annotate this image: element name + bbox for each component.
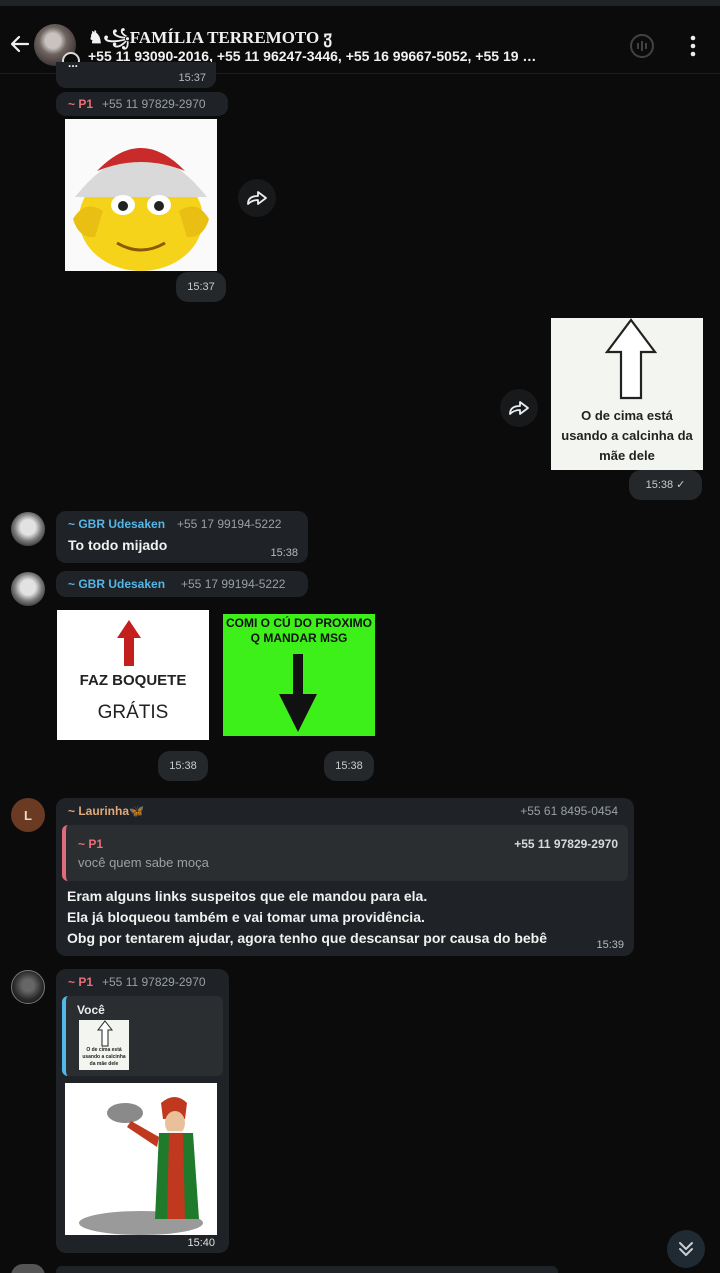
sticker-up-arrow[interactable]: O de cima está usando a calcinha da mãe … <box>551 318 703 470</box>
avatar[interactable] <box>11 512 45 546</box>
moses-sticker-art <box>79 1097 203 1235</box>
message-text: ... <box>68 56 79 70</box>
message-time: 15:38 <box>324 751 374 781</box>
sticker-line-1: FAZ BOQUETE <box>79 672 187 689</box>
forward-icon <box>509 401 529 415</box>
sticker-moses[interactable] <box>65 1083 217 1235</box>
forward-button[interactable] <box>500 389 538 427</box>
sender-phone: +55 17 99194-5222 <box>177 517 282 531</box>
sticker-line-2: GRÁTIS <box>97 702 169 723</box>
sender-name[interactable]: ~ P1 <box>68 975 93 989</box>
quote-thumbnail-caption: O de cima está usando a calcinha da mãe … <box>82 1047 126 1067</box>
double-chevron-down-icon <box>679 1242 693 1256</box>
sticker-line-1: COMI O CÚ DO PROXIMO <box>225 616 372 630</box>
sticker-smiley[interactable] <box>65 119 217 271</box>
message-time: 15:37 <box>178 72 206 84</box>
quote-thumbnail: O de cima está usando a calcinha da mãe … <box>79 1020 129 1070</box>
more-options-icon[interactable] <box>684 34 702 58</box>
sender-name[interactable]: ~ Laurinha🦋 <box>68 804 144 818</box>
message-bubble[interactable]: ~ Laurinha🦋 +55 61 8495-0454 ~ P1 +55 11… <box>56 798 634 956</box>
quoted-message[interactable]: ~ P1 +55 11 97829-2970 você quem sabe mo… <box>62 825 628 881</box>
message-bubble[interactable]: ~ GBR Udesaken +55 17 99194-5222 To todo… <box>56 511 308 563</box>
message-bubble-partial[interactable]: ... 15:37 <box>56 56 216 88</box>
sender-phone: +55 11 97829-2970 <box>102 975 206 989</box>
avatar[interactable] <box>11 970 45 1004</box>
message-time: 15:38 <box>158 751 208 781</box>
sticker-faz-boquete[interactable]: FAZ BOQUETE GRÁTIS <box>57 610 209 740</box>
sender-phone: +55 11 97829-2970 <box>102 97 206 111</box>
message-text-line-3: Obg por tentarem ajudar, agora tenho que… <box>67 930 548 946</box>
smiley-sticker-art <box>73 148 209 271</box>
sender-name[interactable]: ~ GBR Udesaken <box>68 577 165 591</box>
up-arrow-red-icon <box>117 620 141 666</box>
message-text-line-1: Eram alguns links suspeitos que ele mand… <box>67 888 428 904</box>
message-time: 15:37 <box>176 272 226 302</box>
quote-sender: ~ P1 <box>78 837 104 851</box>
sticker-line-2: Q MANDAR MSG <box>250 631 348 645</box>
message-time: 15:39 <box>596 939 624 951</box>
quote-phone: +55 11 97829-2970 <box>514 837 618 851</box>
sender-phone: +55 61 8495-0454 <box>520 804 618 818</box>
avatar-letter: L <box>24 807 32 823</box>
sticker-comi-o-cu[interactable]: COMI O CÚ DO PROXIMO Q MANDAR MSG <box>223 614 375 736</box>
sender-name[interactable]: ~ GBR Udesaken <box>68 517 165 531</box>
message-bubble-partial[interactable] <box>56 1266 558 1273</box>
voice-chat-icon[interactable] <box>628 32 656 60</box>
sticker-caption: O de cima está usando a calcinha da mãe … <box>561 408 693 463</box>
up-arrow-icon <box>604 318 658 400</box>
message-time: 15:40 <box>187 1237 215 1249</box>
quoted-message[interactable]: Você O de cima está usando a calcinha da… <box>62 996 223 1076</box>
forward-button[interactable] <box>238 179 276 217</box>
message-time: 15:38 ✓ <box>629 470 702 500</box>
message-time: 15:38 <box>270 547 298 559</box>
scroll-to-bottom-button[interactable] <box>667 1230 705 1268</box>
message-header-bubble: ~ GBR Udesaken +55 17 99194-5222 <box>56 571 308 597</box>
up-arrow-icon <box>96 1020 114 1047</box>
quote-sender: Você <box>77 1003 105 1017</box>
avatar[interactable] <box>11 572 45 606</box>
down-arrow-icon <box>279 654 317 732</box>
sender-phone: +55 17 99194-5222 <box>181 577 286 591</box>
message-header-bubble: ~ P1 +55 11 97829-2970 <box>56 92 228 116</box>
back-arrow-icon[interactable] <box>8 32 32 56</box>
sender-name[interactable]: ~ P1 <box>68 97 93 111</box>
message-bubble[interactable]: ~ P1 +55 11 97829-2970 Você O de cima es… <box>56 969 229 1253</box>
avatar[interactable]: L <box>11 798 45 832</box>
quote-text: você quem sabe moça <box>78 855 209 870</box>
forward-icon <box>247 191 267 205</box>
avatar[interactable] <box>11 1264 45 1273</box>
message-text: To todo mijado <box>68 537 168 553</box>
message-text-line-2: Ela já bloqueou também e vai tomar uma p… <box>67 909 425 925</box>
